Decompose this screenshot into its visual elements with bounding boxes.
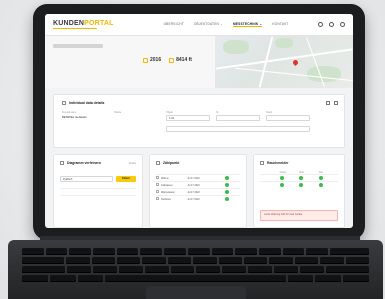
meta-block-3 — [67, 54, 68, 62]
field-label — [62, 125, 108, 128]
trackpad — [146, 286, 246, 299]
calendar-icon — [143, 57, 148, 63]
table-row[interactable]: Warmwasser Jul 17 2022 — [156, 188, 240, 195]
link-1[interactable] — [53, 80, 54, 83]
main-nav: ÜBERSICHT OBJEKTDATEN ⌄ MESSTECHNIK ⌄ KO… — [164, 22, 289, 27]
field-value — [114, 129, 160, 133]
status-dot — [299, 175, 303, 180]
meta-block-1 — [53, 54, 54, 62]
field-value — [62, 129, 108, 133]
year-stat: 2016 — [143, 57, 161, 63]
maintenance-alert[interactable]: Letzte Wartung fehlt für zwei Geräte — [260, 210, 338, 221]
table-row[interactable]: Wärme Jul 17 2022 — [156, 174, 240, 181]
object-input[interactable]: 1.02 — [166, 115, 210, 121]
table-row[interactable]: Kaltwasser Jul 17 2022 — [156, 181, 240, 188]
detail-title: Individual data details — [69, 101, 105, 105]
location-pin-icon[interactable] — [291, 58, 300, 67]
app-screen: KUNDENPORTAL ÜBERSICHT OBJEKTDATEN ⌄ MES… — [45, 14, 353, 228]
status-dot — [224, 196, 229, 201]
filter-button[interactable]: Filtern — [116, 176, 136, 182]
field-label: Kundenname — [62, 111, 77, 114]
settings-icon[interactable] — [340, 22, 345, 27]
notes-input[interactable] — [166, 126, 310, 132]
table-row — [60, 195, 136, 202]
table-row — [60, 188, 136, 195]
object-title — [53, 44, 103, 48]
edit-icon[interactable] — [326, 101, 330, 105]
field-value: BEISPIEL Gebäude — [62, 115, 87, 119]
table-row[interactable] — [260, 181, 338, 188]
filter-details-link[interactable]: Details — [129, 162, 136, 165]
smoke-header: Status Aktiv Test — [279, 171, 323, 174]
status-dot — [299, 182, 303, 187]
status-dot — [318, 175, 323, 180]
smoke-detector-card: Rauchmelder Status Aktiv Test Letzte Wartu… — [253, 154, 345, 228]
smoke-checkbox[interactable] — [260, 161, 264, 165]
cycle-select[interactable]: Zyklisch — [60, 176, 113, 182]
row-checkbox[interactable] — [156, 190, 159, 193]
filter-table — [60, 188, 136, 202]
status-dot — [224, 189, 229, 194]
object-header: 2016 8414 ft — [45, 36, 353, 88]
status-input[interactable] — [266, 115, 310, 121]
table-row[interactable]: Heizkreis Jul 17 2022 — [156, 195, 240, 202]
meters-card: Zählpunkt Wärme Jul 17 2022 Kaltwasser Jul… — [149, 154, 247, 228]
table-row[interactable] — [260, 174, 338, 181]
meters-checkbox[interactable] — [156, 161, 160, 165]
row-checkbox[interactable] — [156, 183, 159, 186]
area-stat: 8414 ft — [169, 57, 192, 63]
status-dot — [224, 182, 229, 187]
field-label: Nr. — [216, 111, 220, 114]
nav-item-overview[interactable]: ÜBERSICHT — [164, 22, 184, 27]
print-icon[interactable] — [334, 101, 338, 105]
status-dot — [318, 182, 323, 187]
brand-logo[interactable]: KUNDENPORTAL — [53, 20, 114, 29]
status-dot — [279, 175, 284, 180]
field-label: Objekt — [166, 111, 173, 114]
tablet-frame: KUNDENPORTAL ÜBERSICHT OBJEKTDATEN ⌄ MES… — [33, 4, 365, 240]
meta-block-2 — [60, 54, 61, 62]
field-label: Straße — [114, 111, 122, 114]
number-input[interactable] — [216, 115, 260, 121]
detail-card: Individual data details Kundenname BEISP… — [53, 94, 345, 148]
filter-checkbox[interactable] — [60, 161, 64, 165]
top-navigation: KUNDENPORTAL ÜBERSICHT OBJEKTDATEN ⌄ MES… — [45, 14, 353, 36]
meters-title: Zählpunkt — [163, 161, 180, 165]
keyboard — [8, 240, 383, 299]
nav-item-contact[interactable]: KONTAKT — [272, 22, 288, 27]
notification-icon[interactable] — [318, 22, 323, 27]
nav-item-object-data[interactable]: OBJEKTDATEN ⌄ — [194, 22, 223, 27]
expand-checkbox[interactable] — [62, 101, 66, 105]
filter-label — [60, 171, 136, 174]
status-dot — [224, 175, 229, 180]
field-label: Stand — [266, 111, 273, 114]
row-checkbox[interactable] — [156, 197, 159, 200]
logout-icon[interactable] — [329, 22, 334, 27]
smoke-title: Rauchmelder — [267, 161, 289, 165]
location-map[interactable] — [215, 36, 353, 88]
row-checkbox[interactable] — [156, 176, 159, 179]
filter-title: Diagramm verfeinern — [67, 161, 101, 165]
brand-main: KUNDEN — [53, 20, 85, 27]
filter-card: Diagramm verfeinern Details Zyklisch Fil… — [53, 154, 143, 228]
nav-item-measurement[interactable]: MESSTECHNIK ⌄ — [232, 22, 263, 27]
field-label — [114, 125, 160, 128]
header-icons — [318, 22, 345, 27]
link-2[interactable] — [64, 80, 65, 83]
status-dot — [279, 182, 284, 187]
meters-header — [156, 171, 240, 174]
area-icon — [169, 57, 175, 63]
brand-accent: PORTAL — [84, 20, 114, 27]
